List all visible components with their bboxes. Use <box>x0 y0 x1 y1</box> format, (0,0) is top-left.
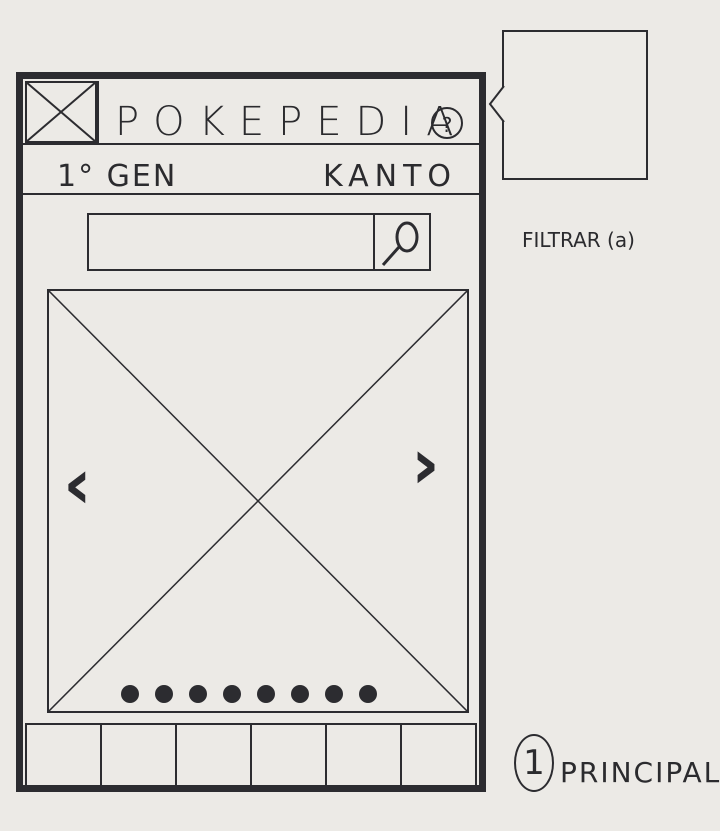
tab-5[interactable] <box>327 723 402 785</box>
carousel-dot[interactable] <box>291 685 309 703</box>
help-icon[interactable]: ? <box>431 107 463 139</box>
carousel-next-icon[interactable]: › <box>411 429 440 499</box>
tab-4[interactable] <box>252 723 327 785</box>
logo-image-placeholder-icon <box>25 81 97 143</box>
search-button[interactable] <box>373 215 429 269</box>
carousel-image-placeholder-icon <box>48 290 468 712</box>
header-divider <box>23 143 479 145</box>
carousel-dots[interactable] <box>121 685 377 703</box>
carousel-dot[interactable] <box>121 685 139 703</box>
carousel-dot[interactable] <box>257 685 275 703</box>
app-title: POKEPEDIA <box>115 99 468 145</box>
carousel-dot[interactable] <box>189 685 207 703</box>
screen-name: PRINCIPAL <box>560 756 720 789</box>
carousel[interactable]: ‹ › <box>47 289 469 713</box>
region-divider <box>23 193 479 195</box>
tab-1[interactable] <box>25 723 102 785</box>
tab-6[interactable] <box>402 723 477 785</box>
tab-3[interactable] <box>177 723 252 785</box>
carousel-prev-icon[interactable]: ‹ <box>63 449 92 519</box>
phone-frame: POKEPEDIA ? 1° GEN KANTO ‹ › <box>16 72 486 792</box>
tab-2[interactable] <box>102 723 177 785</box>
carousel-dot[interactable] <box>223 685 241 703</box>
search-icon <box>381 221 419 266</box>
carousel-dot[interactable] <box>359 685 377 703</box>
region-label[interactable]: KANTO <box>323 159 457 194</box>
generation-label[interactable]: 1° GEN <box>57 159 177 194</box>
search-input[interactable] <box>87 213 431 271</box>
logo-placeholder <box>25 81 99 143</box>
filter-annotation: FILTRAR (a) <box>522 228 635 252</box>
carousel-dot[interactable] <box>155 685 173 703</box>
help-popup <box>502 30 648 180</box>
popup-pointer-icon <box>488 86 505 122</box>
screen-number: 1 <box>514 734 554 792</box>
carousel-dot[interactable] <box>325 685 343 703</box>
bottom-tab-bar <box>25 723 477 785</box>
